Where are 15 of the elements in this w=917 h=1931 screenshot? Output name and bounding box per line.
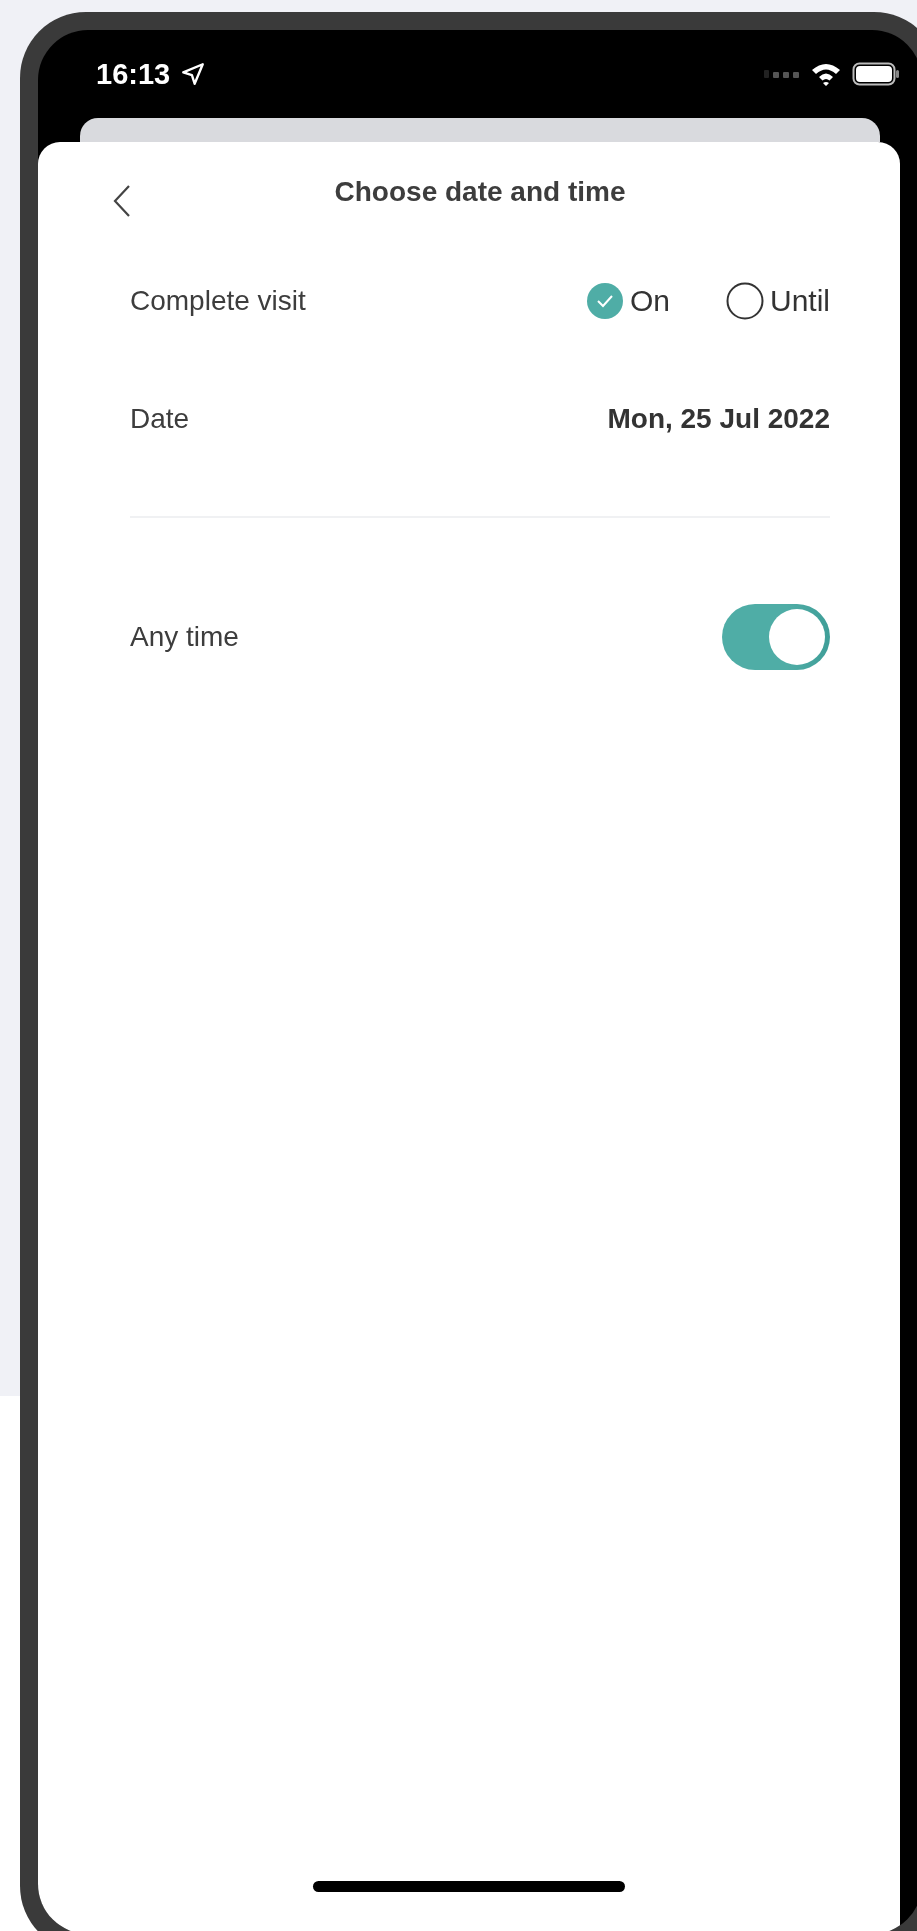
- radio-icon[interactable]: [726, 282, 764, 320]
- wifi-icon: [810, 62, 842, 86]
- row-label: Complete visit: [130, 285, 306, 317]
- radio-label[interactable]: Until: [770, 284, 830, 318]
- location-arrow-icon: [180, 61, 207, 87]
- row-label: Any time: [130, 621, 239, 653]
- row-label: Date: [130, 403, 190, 435]
- signal-icon: [764, 68, 800, 80]
- status-time: 16:13: [96, 57, 171, 91]
- radio-label[interactable]: On: [629, 284, 670, 318]
- back-icon[interactable]: [112, 184, 132, 218]
- checked-radio-icon[interactable]: [585, 282, 624, 320]
- screen-title: Choose date and time: [334, 176, 626, 208]
- battery-icon: [852, 62, 900, 86]
- date-value[interactable]: Mon, 25 Jul 2022: [607, 403, 830, 435]
